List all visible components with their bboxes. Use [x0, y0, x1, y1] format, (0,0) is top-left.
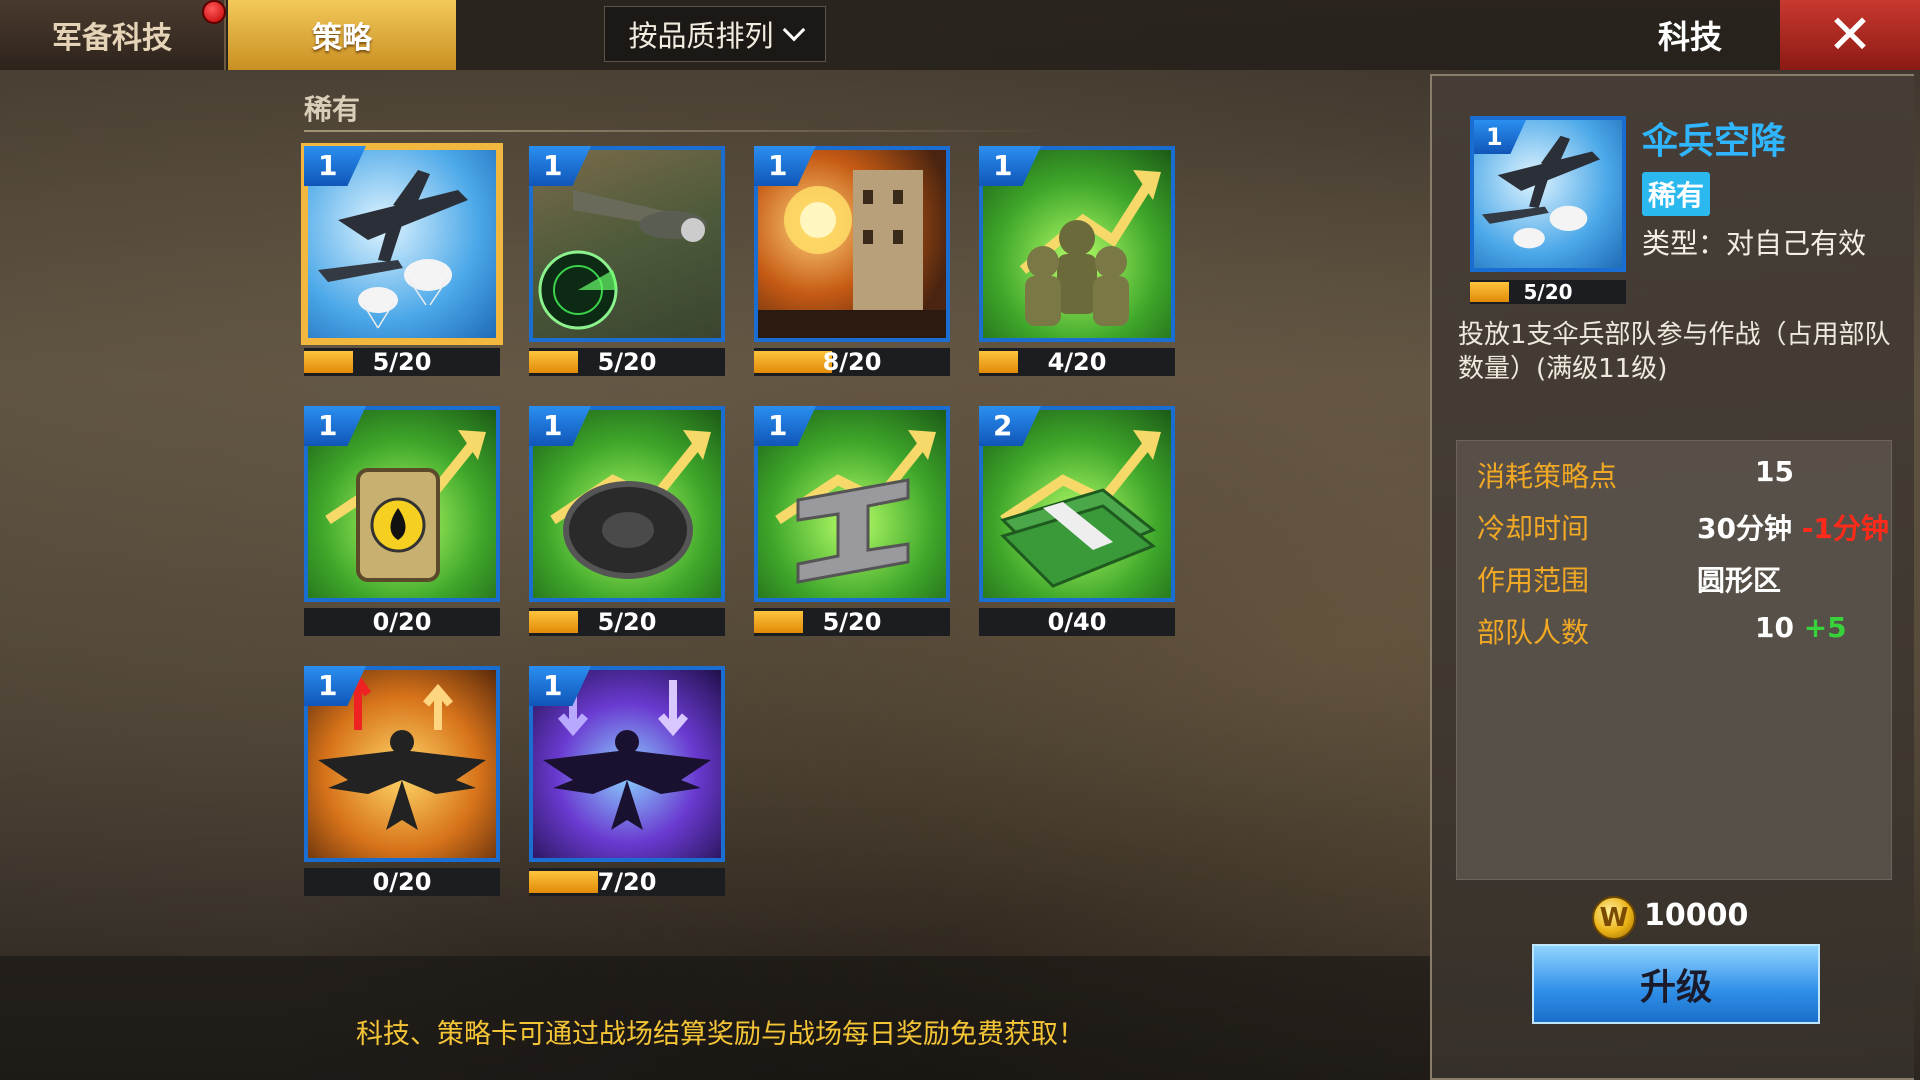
tab-military-tech[interactable]: 军备科技 — [0, 0, 226, 70]
progress-text: 8/20 — [822, 348, 882, 376]
stats-box: 消耗策略点 15 冷却时间 30分钟 -1分钟 作用范围 圆形区 部队人数 10… — [1456, 440, 1892, 880]
progress-text: 0/40 — [1047, 608, 1107, 636]
upgrade-cost: W 10000 — [1592, 896, 1792, 940]
close-button[interactable]: ✕ — [1780, 0, 1920, 70]
card-progress: 4/20 — [979, 348, 1175, 376]
detail-progress: 5/20 — [1470, 280, 1626, 304]
stat-key: 部队人数 — [1477, 616, 1590, 649]
stat-value: 10 +5 — [1755, 611, 1847, 644]
stat-key: 消耗策略点 — [1477, 460, 1618, 493]
progress-text: 4/20 — [1047, 348, 1107, 376]
stat-delta: +5 — [1803, 611, 1847, 644]
card-soldiers-boost[interactable]: 1 4/20 — [979, 146, 1175, 376]
stat-value: 15 — [1755, 455, 1794, 488]
card-progress: 5/20 — [754, 608, 950, 636]
card-oil-boost[interactable]: 1 0/20 — [304, 406, 500, 636]
card-progress: 8/20 — [754, 348, 950, 376]
tab-strategy[interactable]: 策略 — [228, 0, 456, 70]
card-progress: 7/20 — [529, 868, 725, 896]
stat-key: 作用范围 — [1477, 564, 1590, 597]
progress-text: 5/20 — [822, 608, 882, 636]
progress-text: 7/20 — [597, 868, 657, 896]
progress-text: 5/20 — [597, 348, 657, 376]
sort-label: 按品质排列 — [628, 19, 774, 53]
card-tower-strike[interactable]: 1 8/20 — [754, 146, 950, 376]
card-recon-plane[interactable]: 1 5/20 — [529, 146, 725, 376]
detail-progress-text: 5/20 — [1523, 280, 1573, 304]
card-tire-boost[interactable]: 1 5/20 — [529, 406, 725, 636]
sort-dropdown[interactable]: 按品质排列 — [604, 6, 826, 62]
coin-icon: W — [1592, 896, 1636, 940]
stat-key: 冷却时间 — [1477, 512, 1590, 545]
card-cash-boost[interactable]: 2 0/40 — [979, 406, 1175, 636]
detail-type: 类型：对自己有效 — [1642, 227, 1867, 260]
close-icon: ✕ — [1827, 3, 1873, 66]
paratrooper-plane-icon: 1 — [1470, 116, 1626, 272]
panel-title: 科技 — [1657, 18, 1722, 56]
section-divider — [304, 130, 1064, 132]
detail-panel: 1 5/20 伞兵空降 稀有 类型：对自己有效 投放1支伞兵部队参与作战（占用部… — [1430, 74, 1914, 1080]
rarity-badge: 稀有 — [1642, 172, 1711, 216]
progress-text: 5/20 — [597, 608, 657, 636]
card-steel-boost[interactable]: 1 5/20 — [754, 406, 950, 636]
stat-value: 30分钟 -1分钟 — [1697, 512, 1889, 545]
stat-value: 圆形区 — [1697, 564, 1782, 597]
chevron-down-icon — [782, 18, 805, 42]
progress-text: 0/20 — [372, 868, 432, 896]
card-progress: 0/40 — [979, 608, 1175, 636]
tip-text: 科技、策略卡可通过战场结算奖励与战场每日奖励免费获取！ — [356, 1019, 1085, 1050]
progress-text: 0/20 — [372, 608, 432, 636]
card-eagle-reduce[interactable]: 1 7/20 — [529, 666, 725, 896]
notification-dot — [202, 0, 226, 24]
cost-amount: 10000 — [1644, 898, 1749, 933]
detail-description: 投放1支伞兵部队参与作战（占用部队数量）(满级11级) — [1458, 320, 1891, 384]
card-paratrooper[interactable]: 1 5/20 — [304, 146, 500, 376]
progress-text: 5/20 — [372, 348, 432, 376]
card-progress: 0/20 — [304, 868, 500, 896]
upgrade-button[interactable]: 升级 — [1532, 944, 1820, 1024]
card-progress: 5/20 — [304, 348, 500, 376]
card-progress: 5/20 — [529, 608, 725, 636]
card-progress: 0/20 — [304, 608, 500, 636]
card-progress: 5/20 — [529, 348, 725, 376]
stat-delta: -1分钟 — [1801, 512, 1889, 545]
detail-name: 伞兵空降 — [1642, 121, 1787, 162]
section-label: 稀有 — [304, 93, 361, 126]
card-eagle-boost[interactable]: 1 0/20 — [304, 666, 500, 896]
